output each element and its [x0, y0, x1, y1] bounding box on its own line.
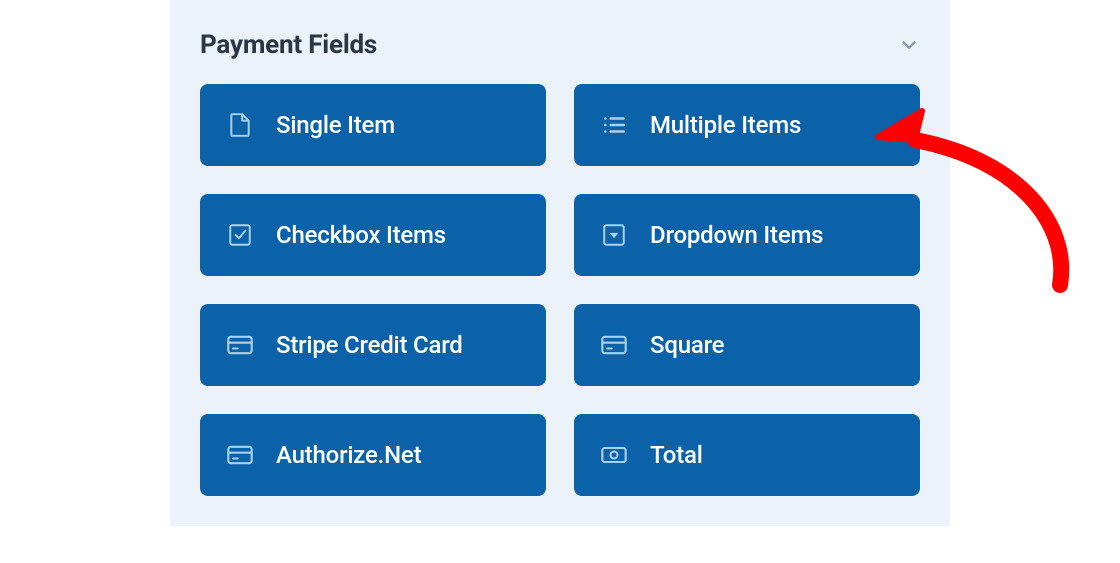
- field-label: Square: [650, 331, 724, 359]
- checkbox-items-button[interactable]: Checkbox Items: [200, 194, 546, 276]
- field-label: Total: [650, 441, 703, 469]
- panel-title: Payment Fields: [200, 30, 377, 60]
- card-icon: [226, 331, 254, 359]
- square-button[interactable]: Square: [574, 304, 920, 386]
- chevron-down-icon: [898, 34, 920, 56]
- payment-fields-panel: Payment Fields Single Item: [170, 0, 950, 526]
- field-label: Multiple Items: [650, 111, 801, 139]
- field-label: Dropdown Items: [650, 221, 823, 249]
- multiple-items-button[interactable]: Multiple Items: [574, 84, 920, 166]
- stripe-credit-card-button[interactable]: Stripe Credit Card: [200, 304, 546, 386]
- dropdown-items-button[interactable]: Dropdown Items: [574, 194, 920, 276]
- single-item-button[interactable]: Single Item: [200, 84, 546, 166]
- field-label: Single Item: [276, 111, 395, 139]
- money-icon: [600, 441, 628, 469]
- checkbox-icon: [226, 221, 254, 249]
- dropdown-icon: [600, 221, 628, 249]
- total-button[interactable]: Total: [574, 414, 920, 496]
- card-icon: [226, 441, 254, 469]
- fields-grid: Single Item Multiple Items: [200, 84, 920, 496]
- list-icon: [600, 111, 628, 139]
- authorize-net-button[interactable]: Authorize.Net: [200, 414, 546, 496]
- field-label: Authorize.Net: [276, 441, 421, 469]
- panel-header[interactable]: Payment Fields: [200, 20, 920, 84]
- file-icon: [226, 111, 254, 139]
- card-icon: [600, 331, 628, 359]
- field-label: Checkbox Items: [276, 221, 446, 249]
- field-label: Stripe Credit Card: [276, 331, 463, 359]
